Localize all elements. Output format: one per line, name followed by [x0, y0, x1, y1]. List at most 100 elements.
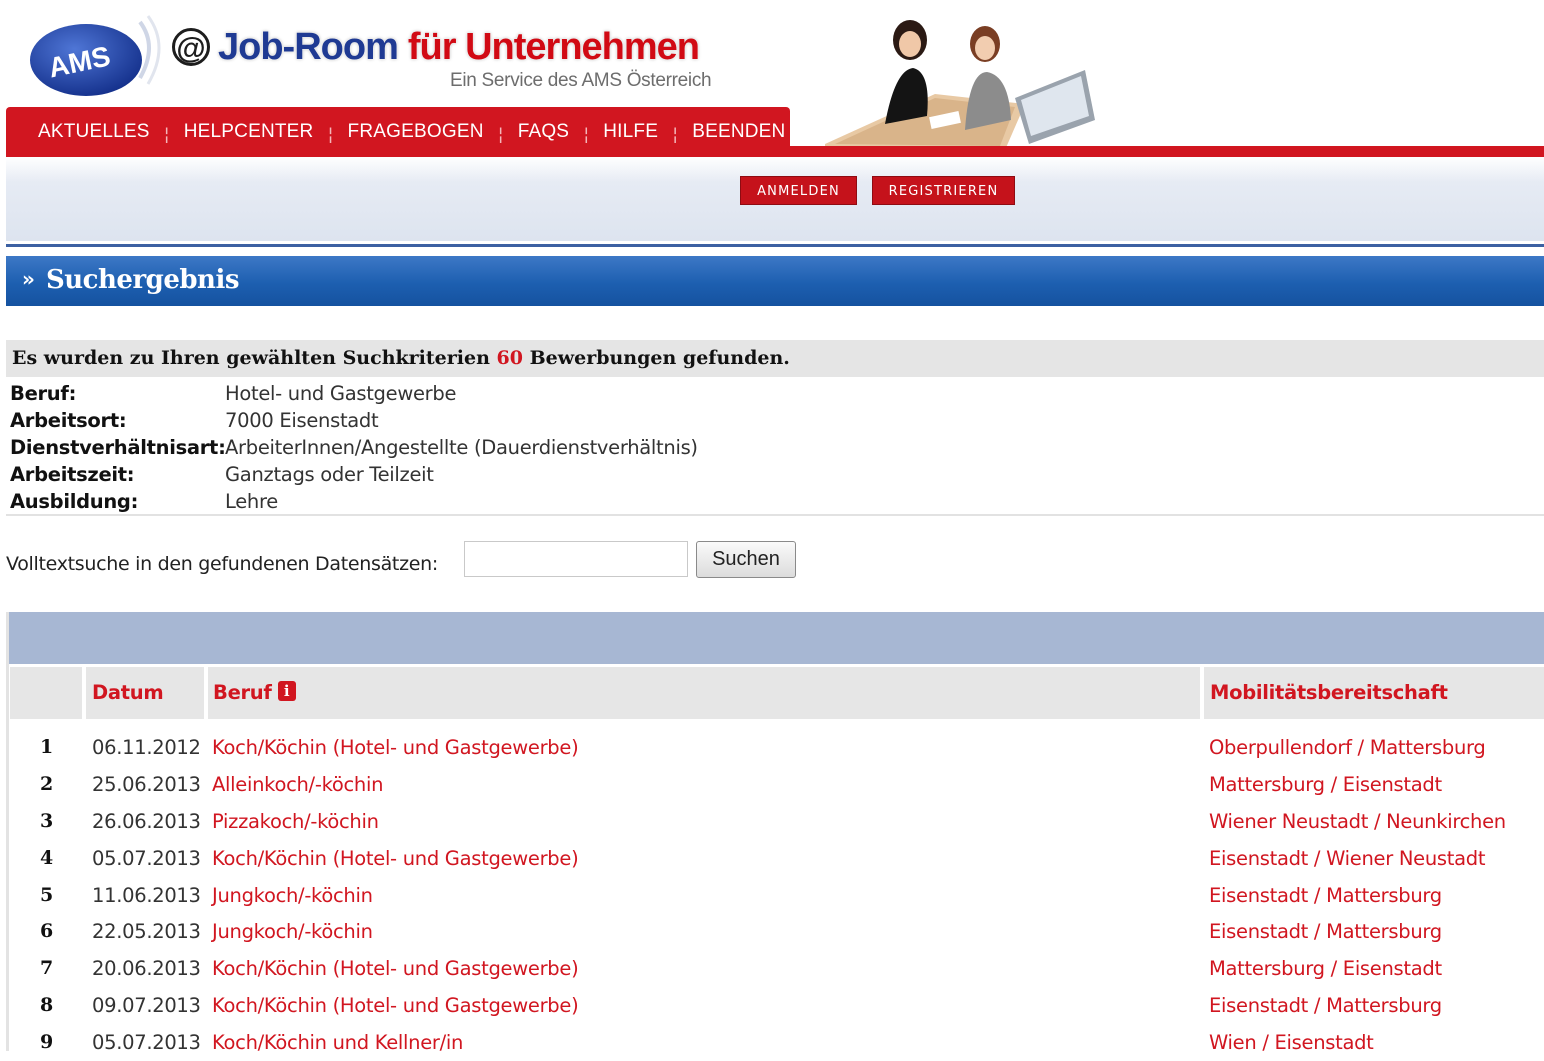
- row-job-link[interactable]: Koch/Köchin (Hotel- und Gastgewerbe): [212, 847, 579, 870]
- column-header-mobility[interactable]: Mobilitätsbereitschaft: [1210, 681, 1448, 704]
- column-divider: [1200, 667, 1204, 719]
- row-job-link[interactable]: Koch/Köchin (Hotel- und Gastgewerbe): [212, 736, 579, 759]
- double-chevron-icon: »: [22, 267, 35, 291]
- row-date: 05.07.2013: [92, 846, 201, 870]
- info-icon[interactable]: i: [277, 681, 296, 701]
- row-job-link[interactable]: Alleinkoch/-köchin: [212, 773, 383, 796]
- row-date: 06.11.2012: [92, 736, 201, 759]
- column-header-date[interactable]: Datum: [92, 681, 164, 704]
- login-button[interactable]: ANMELDEN: [740, 176, 857, 205]
- row-date: 25.06.2013: [92, 772, 201, 796]
- search-button[interactable]: Suchen: [696, 541, 796, 578]
- row-mobility-link[interactable]: Eisenstadt / Mattersburg: [1209, 920, 1442, 943]
- nav-item-fragebogen[interactable]: FRAGEBOGEN: [348, 121, 484, 143]
- row-number: 2: [40, 772, 54, 795]
- row-number: 3: [40, 809, 54, 832]
- section-title: Suchergebnis: [46, 265, 239, 295]
- criteria-label: Dienstverhältnisart:: [10, 436, 226, 459]
- main-nav: AKTUELLES ¦ HELPCENTER ¦ FRAGEBOGEN ¦ FA…: [6, 107, 790, 157]
- criteria-value: Lehre: [225, 490, 278, 513]
- header-photo: [825, 20, 1095, 150]
- criteria-value: Ganztags oder Teilzeit: [225, 463, 434, 486]
- criteria-row: Dienstverhältnisart:ArbeiterInnen/Angest…: [10, 434, 698, 461]
- row-date: 22.05.2013: [92, 920, 201, 944]
- row-job-link[interactable]: Jungkoch/-köchin: [212, 884, 373, 907]
- search-criteria: Beruf: Hotel- und Gastgewerbe Arbeitsort:…: [10, 380, 698, 515]
- column-header-job-label: Beruf: [213, 681, 272, 704]
- nav-item-helpcenter[interactable]: HELPCENTER: [184, 121, 314, 143]
- table-row: 5 11.06.2013 Jungkoch/-köchin Eisenstadt…: [0, 877, 1544, 914]
- criteria-value: 7000 Eisenstadt: [225, 409, 379, 432]
- row-mobility-link[interactable]: Eisenstadt / Mattersburg: [1209, 884, 1442, 907]
- fulltext-search-input[interactable]: [464, 541, 688, 577]
- results-summary: Es wurden zu Ihren gewählten Suchkriteri…: [6, 340, 1544, 377]
- row-date: 26.06.2013: [92, 809, 201, 833]
- row-mobility-link[interactable]: Eisenstadt / Wiener Neustadt: [1209, 847, 1485, 870]
- table-row: 8 09.07.2013 Koch/Köchin (Hotel- und Gas…: [0, 987, 1544, 1024]
- column-divider: [82, 667, 86, 719]
- row-job-link[interactable]: Pizzakoch/-köchin: [212, 810, 379, 833]
- auth-band: ANMELDEN REGISTRIEREN: [6, 157, 1544, 247]
- brand-title: @ Job-Room für Unternehmen: [172, 22, 700, 72]
- register-button[interactable]: REGISTRIEREN: [872, 176, 1015, 205]
- criteria-row: Arbeitsort: 7000 Eisenstadt: [10, 407, 698, 434]
- auth-band-rule: [6, 244, 1544, 247]
- row-number: 6: [40, 920, 54, 943]
- table-row: 6 22.05.2013 Jungkoch/-köchin Eisenstadt…: [0, 913, 1544, 950]
- nav-separator: ¦: [497, 123, 504, 145]
- column-header-job[interactable]: Beruf i: [213, 681, 296, 704]
- result-count: 60: [496, 347, 523, 369]
- criteria-row: Ausbildung: Lehre: [10, 488, 698, 515]
- criteria-divider: [6, 514, 1544, 516]
- criteria-row: Beruf: Hotel- und Gastgewerbe: [10, 380, 698, 407]
- table-row: 1 06.11.2012 Koch/Köchin (Hotel- und Gas…: [0, 729, 1544, 766]
- nav-separator: ¦: [672, 123, 679, 145]
- table-row: 7 20.06.2013 Koch/Köchin (Hotel- und Gas…: [0, 950, 1544, 987]
- row-mobility-link[interactable]: Oberpullendorf / Mattersburg: [1209, 736, 1486, 759]
- criteria-label: Beruf:: [10, 382, 77, 405]
- criteria-row: Arbeitszeit: Ganztags oder Teilzeit: [10, 461, 698, 488]
- summary-prefix: Es wurden zu Ihren gewählten Suchkriteri…: [12, 347, 490, 369]
- criteria-label: Arbeitsort:: [10, 409, 127, 432]
- brand-tagline: Ein Service des AMS Österreich: [450, 70, 712, 91]
- table-row: 2 25.06.2013 Alleinkoch/-köchin Mattersb…: [0, 766, 1544, 803]
- criteria-label: Ausbildung:: [10, 490, 139, 513]
- nav-item-aktuelles[interactable]: AKTUELLES: [38, 121, 150, 143]
- table-header: Datum Beruf i Mobilitätsbereitschaft: [10, 667, 1544, 719]
- nav-separator: ¦: [163, 123, 170, 145]
- fulltext-search-label: Volltextsuche in den gefundenen Datensät…: [6, 553, 438, 575]
- nav-item-hilfe[interactable]: HILFE: [603, 121, 658, 143]
- row-date: 11.06.2013: [92, 883, 201, 907]
- row-date: 20.06.2013: [92, 957, 201, 981]
- row-number: 1: [40, 736, 54, 758]
- row-number: 5: [40, 883, 54, 906]
- criteria-value: Hotel- und Gastgewerbe: [225, 382, 457, 405]
- table-row: 9 05.07.2013 Koch/Köchin und Kellner/in …: [0, 1024, 1544, 1061]
- criteria-label: Arbeitszeit:: [10, 463, 135, 486]
- row-mobility-link[interactable]: Wiener Neustadt / Neunkirchen: [1209, 810, 1506, 833]
- brand-title-part2: für Unternehmen: [407, 25, 700, 68]
- ams-logo[interactable]: AMS: [28, 12, 168, 104]
- row-job-link[interactable]: Jungkoch/-köchin: [212, 920, 373, 943]
- row-number: 8: [40, 994, 54, 1017]
- table-row: 4 05.07.2013 Koch/Köchin (Hotel- und Gas…: [0, 840, 1544, 877]
- table-row: 3 26.06.2013 Pizzakoch/-köchin Wiener Ne…: [0, 803, 1544, 840]
- row-mobility-link[interactable]: Mattersburg / Eisenstadt: [1209, 957, 1442, 980]
- nav-item-faqs[interactable]: FAQS: [518, 121, 569, 143]
- criteria-value: ArbeiterInnen/Angestellte (Dauerdienstve…: [225, 436, 698, 459]
- brand-title-part1: Job-Room: [218, 25, 399, 68]
- nav-separator: ¦: [583, 123, 590, 145]
- nav-separator: ¦: [327, 123, 334, 145]
- row-job-link[interactable]: Koch/Köchin (Hotel- und Gastgewerbe): [212, 994, 579, 1017]
- at-symbol: @: [172, 28, 210, 66]
- row-mobility-link[interactable]: Eisenstadt / Mattersburg: [1209, 994, 1442, 1017]
- nav-item-beenden[interactable]: BEENDEN: [692, 121, 785, 143]
- section-header: » Suchergebnis: [6, 256, 1544, 306]
- table-toolbar: [6, 612, 1544, 664]
- row-number: 9: [40, 1031, 54, 1054]
- page-header: AMS @ Job-Room für Unternehmen Ein Servi…: [0, 0, 1544, 160]
- row-date: 09.07.2013: [92, 994, 201, 1018]
- row-mobility-link[interactable]: Mattersburg / Eisenstadt: [1209, 773, 1442, 796]
- results-table-body: 1 06.11.2012 Koch/Köchin (Hotel- und Gas…: [0, 729, 1544, 1061]
- row-job-link[interactable]: Koch/Köchin (Hotel- und Gastgewerbe): [212, 957, 579, 980]
